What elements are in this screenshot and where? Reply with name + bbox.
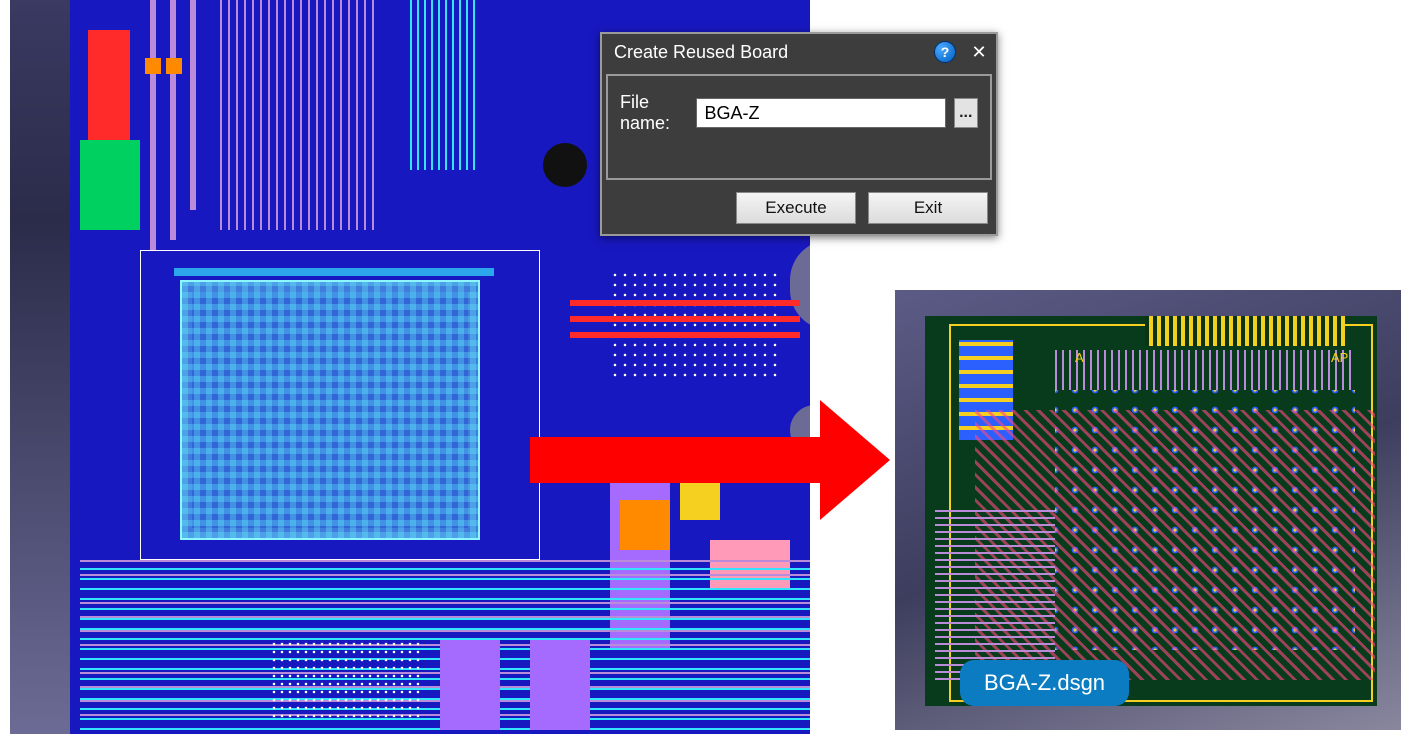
region — [530, 640, 590, 730]
arrow-shaft — [530, 437, 820, 483]
trace — [190, 0, 196, 210]
flow-arrow-icon — [530, 400, 890, 520]
close-icon[interactable]: ✕ — [968, 41, 990, 63]
region — [80, 140, 140, 230]
trace — [570, 300, 800, 306]
trace-bundle — [220, 0, 380, 230]
dialog-title-text: Create Reused Board — [614, 42, 934, 63]
arrow-head — [820, 400, 890, 520]
region — [440, 640, 500, 730]
pad — [166, 58, 182, 74]
file-name-input[interactable] — [696, 98, 946, 128]
trace-bundle — [935, 510, 1055, 680]
browse-button[interactable]: ... — [954, 98, 978, 128]
via-array — [270, 640, 420, 720]
exit-button[interactable]: Exit — [868, 192, 988, 224]
file-name-label: File name: — [620, 92, 688, 134]
dialog-body: File name: ... — [606, 74, 992, 180]
reused-label-ap: AP — [1331, 350, 1348, 365]
trace — [570, 332, 800, 338]
trace — [150, 0, 156, 250]
region — [88, 30, 130, 140]
trace — [174, 268, 494, 276]
trace — [170, 0, 176, 240]
pad — [145, 58, 161, 74]
reused-label-a: A — [1075, 350, 1084, 365]
execute-button[interactable]: Execute — [736, 192, 856, 224]
trace-bundle — [1055, 350, 1355, 390]
export-filename-badge: BGA-Z.dsgn — [960, 660, 1129, 706]
via-array — [610, 270, 780, 380]
trace — [570, 316, 800, 322]
trace-bundle — [410, 0, 480, 170]
create-reused-board-dialog: Create Reused Board ? ✕ File name: ... E… — [600, 32, 998, 236]
dialog-button-row: Execute Exit — [602, 184, 996, 234]
connector — [1145, 316, 1345, 346]
bga-selected-region — [180, 280, 480, 540]
dialog-titlebar: Create Reused Board ? ✕ — [602, 34, 996, 70]
help-icon[interactable]: ? — [934, 41, 956, 63]
